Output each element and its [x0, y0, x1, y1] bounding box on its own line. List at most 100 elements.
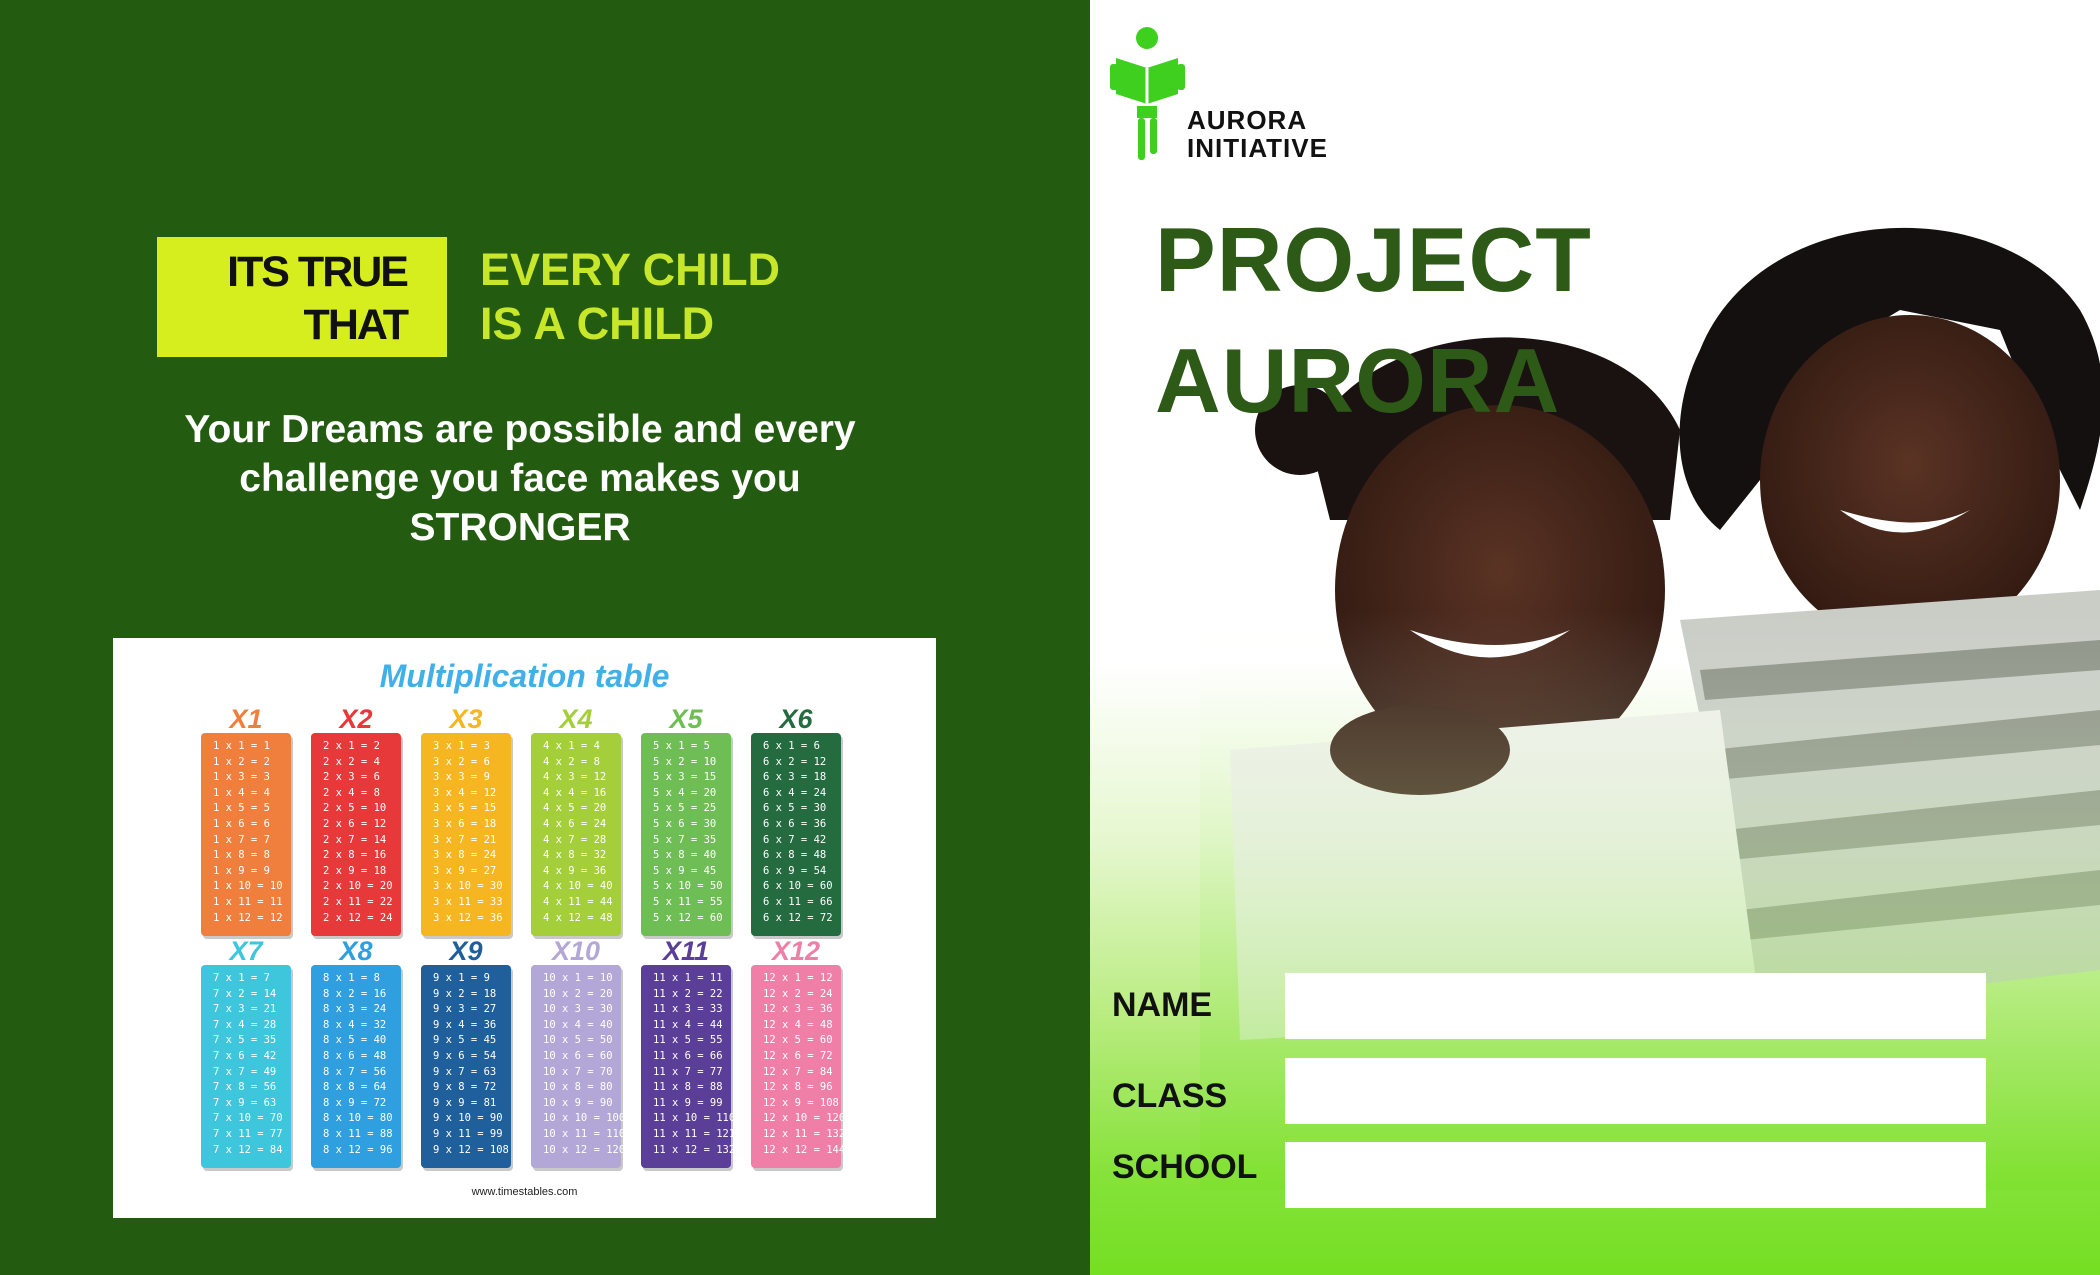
- times-table-equation: 12 x 5 = 60: [763, 1034, 833, 1047]
- times-table-equation: 8 x 7 = 56: [323, 1065, 387, 1078]
- times-table-heading: X7: [229, 936, 263, 966]
- times-table-equation: 8 x 4 = 32: [323, 1018, 387, 1031]
- times-table-equation: 5 x 8 = 40: [653, 849, 717, 862]
- times-table-equation: 7 x 2 = 14: [213, 987, 277, 1000]
- times-table-equation: 9 x 1 = 9: [433, 972, 490, 984]
- times-table-equation: 1 x 10 = 10: [213, 880, 283, 893]
- times-table-equation: 4 x 2 = 8: [543, 755, 600, 768]
- times-table-equation: 4 x 9 = 36: [543, 864, 607, 877]
- times-table-column-11: X11 11 x 1 = 11 11 x 2 = 22 11 x 3 = 33 11 x…: [641, 938, 736, 1168]
- project-title-line-2: AURORA: [1155, 331, 1561, 432]
- times-table-equation: 9 x 8 = 72: [433, 1081, 497, 1094]
- times-table-equation: 2 x 8 = 16: [323, 849, 387, 862]
- times-table-equation: 10 x 2 = 20: [543, 987, 613, 1000]
- times-table-equation: 11 x 8 = 88: [653, 1081, 723, 1094]
- project-title-line-1: PROJECT: [1155, 210, 1592, 311]
- times-table-heading: X5: [669, 704, 703, 734]
- times-table-equation: 7 x 4 = 28: [213, 1018, 277, 1031]
- times-table-equation: 11 x 11 = 121: [653, 1127, 736, 1140]
- times-table-card: 9 x 1 = 9 9 x 2 = 18 9 x 3 = 27 9 x 4 = 36 9…: [421, 965, 511, 1168]
- times-table-heading: X12: [771, 936, 821, 966]
- times-table-card: 7 x 1 = 7 7 x 2 = 14 7 x 3 = 21 7 x 4 = 28 7…: [201, 965, 291, 1168]
- times-table-equation: 2 x 3 = 6: [323, 771, 380, 784]
- times-table-card: 10 x 1 = 10 10 x 2 = 20 10 x 3 = 30 10 x 4 …: [531, 965, 626, 1168]
- times-table-equation: 6 x 4 = 24: [763, 786, 827, 799]
- times-table-equation: 2 x 5 = 10: [323, 802, 387, 815]
- times-table-equation: 8 x 11 = 88: [323, 1127, 393, 1140]
- times-table-equation: 12 x 11 = 132: [763, 1127, 846, 1140]
- times-table-equation: 10 x 11 = 110: [543, 1127, 626, 1140]
- times-table-card: 4 x 1 = 4 4 x 2 = 8 4 x 3 = 12 4 x 4 = 16 4 …: [531, 733, 621, 936]
- times-table-heading: X1: [229, 704, 263, 734]
- times-table-equation: 5 x 10 = 50: [653, 880, 723, 893]
- times-table-column-7: X7 7 x 1 = 7 7 x 2 = 14 7 x 3 = 21 7 x 4 = 2…: [201, 938, 291, 1168]
- times-table-equation: 6 x 2 = 12: [763, 755, 827, 768]
- times-table-equation: 11 x 3 = 33: [653, 1003, 723, 1016]
- times-table-equation: 2 x 9 = 18: [323, 864, 387, 877]
- times-table-equation: 7 x 5 = 35: [213, 1034, 277, 1047]
- poster-title: Multiplication table: [379, 658, 670, 694]
- poster-url: www.timestables.com: [471, 1186, 578, 1198]
- times-table-equation: 3 x 5 = 15: [433, 802, 497, 815]
- times-table-equation: 9 x 2 = 18: [433, 987, 497, 1000]
- times-table-equation: 8 x 2 = 16: [323, 987, 387, 1000]
- times-table-equation: 10 x 3 = 30: [543, 1003, 613, 1016]
- times-table-equation: 4 x 11 = 44: [543, 895, 613, 908]
- times-table-card: 5 x 1 = 5 5 x 2 = 10 5 x 3 = 15 5 x 4 = 20 5…: [641, 733, 731, 936]
- times-table-column-3: X3 3 x 1 = 33 x 2 = 63 x 3 = 93 x 4 = 12 3…: [421, 706, 511, 936]
- times-table-equation: 4 x 3 = 12: [543, 771, 607, 784]
- badge-line-2: THAT: [303, 301, 409, 349]
- name-field[interactable]: [1285, 973, 1986, 1039]
- times-table-equation: 11 x 5 = 55: [653, 1034, 723, 1047]
- times-table-column-6: X6 6 x 1 = 6 6 x 2 = 12 6 x 3 = 18 6 x 4 = 2…: [751, 706, 841, 936]
- times-table-equation: 12 x 2 = 24: [763, 987, 833, 1000]
- multiplication-table-poster: Multiplication table www.timestables.com…: [113, 638, 936, 1218]
- logo-text-line-1: AURORA: [1187, 105, 1308, 135]
- times-table-equation: 11 x 6 = 66: [653, 1049, 723, 1062]
- times-table-equation: 1 x 6 = 6: [213, 817, 270, 830]
- times-table-heading: X3: [449, 704, 483, 734]
- times-table-equation: 2 x 4 = 8: [323, 786, 380, 799]
- times-table-equation: 6 x 3 = 18: [763, 771, 827, 784]
- times-table-equation: 5 x 11 = 55: [653, 895, 723, 908]
- times-table-equation: 11 x 9 = 99: [653, 1096, 723, 1109]
- times-table-equation: 9 x 6 = 54: [433, 1049, 497, 1062]
- times-table-equation: 1 x 5 = 5: [213, 802, 270, 815]
- times-table-equation: 5 x 3 = 15: [653, 771, 717, 784]
- times-table-equation: 3 x 4 = 12: [433, 786, 497, 799]
- times-table-equation: 9 x 7 = 63: [433, 1065, 497, 1078]
- times-table-equation: 9 x 5 = 45: [433, 1034, 497, 1047]
- times-table-equation: 5 x 7 = 35: [653, 833, 717, 846]
- times-table-equation: 1 x 11 = 11: [213, 895, 283, 908]
- class-field[interactable]: [1285, 1058, 1986, 1124]
- times-table-equation: 8 x 3 = 24: [323, 1003, 387, 1016]
- times-table-card: 12 x 1 = 12 12 x 2 = 24 12 x 3 = 36 12 x 4 …: [751, 965, 846, 1168]
- times-table-equation: 3 x 3 = 9: [433, 771, 490, 784]
- times-table-equation: 9 x 3 = 27: [433, 1003, 497, 1016]
- class-label: CLASS: [1112, 1077, 1228, 1115]
- motivational-quote: Your Dreams are possible and every chall…: [140, 405, 900, 552]
- times-table-heading: X2: [339, 704, 373, 734]
- times-table-equation: 4 x 1 = 4: [543, 740, 600, 752]
- times-table-equation: 12 x 4 = 48: [763, 1018, 833, 1031]
- times-table-equation: 6 x 7 = 42: [763, 833, 827, 846]
- times-table-equation: 6 x 8 = 48: [763, 849, 827, 862]
- name-label: NAME: [1112, 986, 1213, 1024]
- times-table-equation: 9 x 11 = 99: [433, 1127, 503, 1140]
- times-table-equation: 7 x 9 = 63: [213, 1096, 277, 1109]
- times-table-equation: 6 x 1 = 6: [763, 740, 820, 752]
- times-table-equation: 5 x 12 = 60: [653, 911, 723, 924]
- times-table-heading: X9: [449, 936, 483, 966]
- times-table-equation: 6 x 9 = 54: [763, 864, 827, 877]
- times-table-equation: 3 x 1 = 3: [433, 740, 490, 752]
- times-table-equation: 4 x 5 = 20: [543, 802, 607, 815]
- times-table-equation: 1 x 12 = 12: [213, 911, 283, 924]
- times-table-equation: 4 x 10 = 40: [543, 880, 613, 893]
- times-table-equation: 7 x 10 = 70: [213, 1112, 283, 1125]
- times-table-equation: 6 x 6 = 36: [763, 817, 827, 830]
- times-table-equation: 2 x 11 = 22: [323, 895, 393, 908]
- times-table-equation: 3 x 7 = 21: [433, 833, 497, 846]
- school-field[interactable]: [1285, 1142, 1986, 1208]
- times-table-heading: X6: [779, 704, 813, 734]
- times-table-equation: 5 x 4 = 20: [653, 786, 717, 799]
